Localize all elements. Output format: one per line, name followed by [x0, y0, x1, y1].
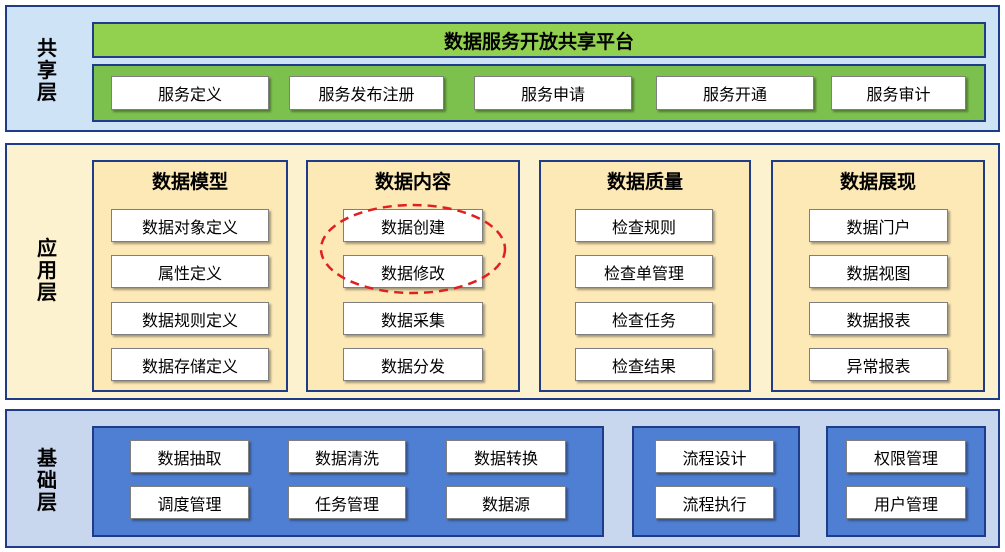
service-activate-box: 服务开通: [656, 76, 814, 110]
base-workflow-item: 流程设计: [655, 440, 774, 473]
application-layer-label-char: 层: [37, 280, 57, 304]
shared-layer-label: 共 享 层: [22, 20, 72, 120]
highlight-ellipse-shape: [319, 203, 507, 295]
data-model-item: 数据对象定义: [111, 209, 269, 242]
data-model-item: 数据存储定义: [111, 348, 269, 381]
data-model-item: 数据规则定义: [111, 302, 269, 335]
data-presentation-item: 数据报表: [809, 302, 948, 335]
service-define-box: 服务定义: [111, 76, 269, 110]
service-audit-box: 服务审计: [831, 76, 966, 110]
application-layer-label: 应 用 层: [22, 220, 72, 320]
data-content-item: 数据采集: [343, 302, 483, 335]
data-presentation-title: 数据展现: [839, 171, 916, 193]
base-processing-item: 任务管理: [288, 486, 406, 519]
data-content-title: 数据内容: [374, 171, 451, 193]
service-apply-box: 服务申请: [474, 76, 632, 110]
highlight-ellipse: [319, 203, 507, 295]
shared-layer-label-char: 共: [37, 36, 57, 60]
base-layer-label-char: 层: [37, 490, 57, 514]
data-presentation-item: 数据门户: [809, 209, 948, 242]
base-processing-item: 数据源: [446, 486, 566, 519]
data-presentation-item: 异常报表: [809, 348, 948, 381]
data-quality-item: 检查单管理: [575, 255, 713, 288]
service-publish-register-box: 服务发布注册: [289, 76, 444, 110]
data-quality-title: 数据质量: [606, 171, 683, 193]
base-layer-label: 基 础 层: [22, 430, 72, 530]
data-model-title: 数据模型: [151, 171, 228, 193]
base-layer-label-char: 础: [37, 468, 57, 492]
base-processing-item: 数据转换: [446, 440, 566, 473]
data-quality-item: 检查结果: [575, 348, 713, 381]
base-processing-item: 数据抽取: [130, 440, 249, 473]
base-permission-item: 用户管理: [846, 486, 966, 519]
data-presentation-item: 数据视图: [809, 255, 948, 288]
application-layer-label-char: 应: [37, 236, 57, 260]
data-content-item: 数据分发: [343, 348, 483, 381]
base-workflow-item: 流程执行: [655, 486, 774, 519]
application-layer-label-char: 用: [37, 258, 57, 282]
shared-layer-label-char: 享: [37, 58, 57, 82]
data-quality-item: 检查任务: [575, 302, 713, 335]
base-processing-item: 数据清洗: [288, 440, 406, 473]
data-quality-item: 检查规则: [575, 209, 713, 242]
base-layer-label-char: 基: [37, 446, 57, 470]
base-permission-item: 权限管理: [846, 440, 966, 473]
data-model-item: 属性定义: [111, 255, 269, 288]
base-processing-item: 调度管理: [130, 486, 249, 519]
platform-title: 数据服务开放共享平台: [92, 22, 986, 58]
shared-layer-label-char: 层: [37, 80, 57, 104]
